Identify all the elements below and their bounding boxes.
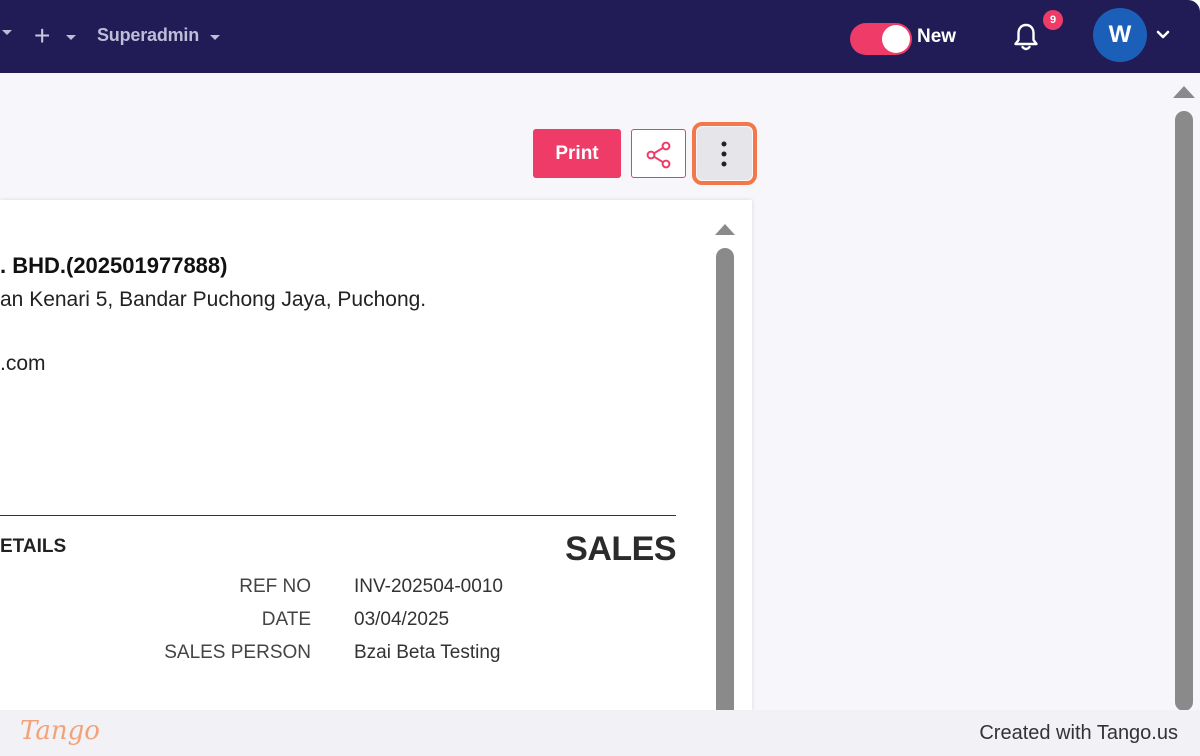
meta-label-ref-no: REF NO xyxy=(239,576,311,597)
role-selector[interactable]: Superadmin xyxy=(97,25,199,46)
chevron-down-icon[interactable] xyxy=(2,29,12,37)
meta-value-sales-person: Bzai Beta Testing xyxy=(354,642,501,663)
invoice-preview: . BHD.(202501977888) an Kenari 5, Bandar… xyxy=(0,200,752,718)
scroll-up-arrow-icon[interactable] xyxy=(714,222,736,236)
notification-badge: 9 xyxy=(1043,10,1063,30)
main-content: Print . BHD.(202501977888) an Kenari 5, … xyxy=(0,73,1200,718)
more-options-button[interactable] xyxy=(697,127,752,180)
document-type-title: SALES xyxy=(565,530,676,568)
share-button[interactable] xyxy=(631,129,686,178)
footer-credit: Created with Tango.us xyxy=(979,722,1178,744)
add-new-icon[interactable]: + xyxy=(34,22,50,50)
chevron-down-icon[interactable] xyxy=(1156,30,1170,40)
page-scrollbar-thumb[interactable] xyxy=(1175,111,1193,711)
company-name: . BHD.(202501977888) xyxy=(0,253,228,278)
scroll-up-arrow-icon[interactable] xyxy=(1172,83,1196,99)
preview-scrollbar-thumb[interactable] xyxy=(716,248,734,718)
bell-icon[interactable] xyxy=(1012,22,1040,52)
tango-logo: Tango xyxy=(20,716,100,746)
divider xyxy=(0,515,676,516)
footer: Tango Created with Tango.us xyxy=(0,710,1200,756)
share-icon xyxy=(646,141,671,169)
company-address: an Kenari 5, Bandar Puchong Jaya, Puchon… xyxy=(0,288,427,311)
toggle-label: New xyxy=(917,26,957,47)
more-vertical-icon xyxy=(721,141,727,167)
meta-label-sales-person: SALES PERSON xyxy=(164,642,311,663)
top-navigation-bar: + Superadmin New 9 W xyxy=(0,0,1200,73)
user-avatar[interactable]: W xyxy=(1093,8,1147,62)
meta-label-date: DATE xyxy=(261,609,311,630)
chevron-down-icon[interactable] xyxy=(210,34,220,42)
new-ui-toggle[interactable] xyxy=(850,23,912,55)
chevron-down-icon[interactable] xyxy=(66,34,76,42)
meta-value-ref-no: INV-202504-0010 xyxy=(354,576,503,597)
company-email: .com xyxy=(0,352,46,375)
print-button[interactable]: Print xyxy=(533,129,621,178)
details-heading: ETAILS xyxy=(0,536,67,557)
toggle-knob xyxy=(882,25,910,53)
meta-value-date: 03/04/2025 xyxy=(354,609,450,630)
